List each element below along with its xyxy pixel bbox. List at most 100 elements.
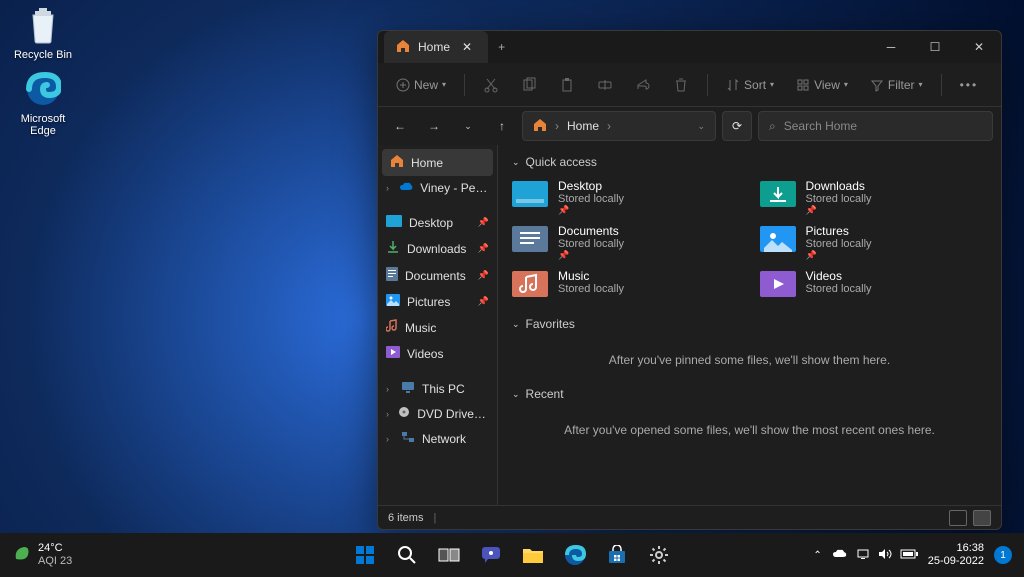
home-icon bbox=[533, 118, 547, 135]
breadcrumb-box[interactable]: › Home › ⌄ bbox=[522, 111, 716, 141]
qa-item-name: Pictures bbox=[806, 224, 872, 238]
chevron-down-icon[interactable]: ⌄ bbox=[697, 121, 705, 132]
settings-button[interactable] bbox=[640, 536, 678, 574]
onedrive-tray-icon[interactable] bbox=[832, 548, 848, 562]
rename-button[interactable] bbox=[589, 72, 621, 98]
filter-icon bbox=[870, 78, 884, 92]
toolbar: New ▾ Sort ▾ View ▾ Filter ▾ ••• bbox=[378, 63, 1001, 107]
search-input[interactable]: ⌕ Search Home bbox=[758, 111, 993, 141]
network-tray-icon[interactable] bbox=[856, 548, 870, 563]
close-button[interactable]: ✕ bbox=[957, 31, 1001, 63]
quick-access-item[interactable]: Desktop Stored locally 📌 bbox=[512, 179, 740, 216]
qa-item-sub: Stored locally bbox=[558, 238, 624, 250]
tab-close-icon[interactable]: ✕ bbox=[458, 38, 476, 56]
section-favorites[interactable]: ⌄ Favorites bbox=[512, 317, 987, 331]
edge-button[interactable] bbox=[556, 536, 594, 574]
quick-access-item[interactable]: Videos Stored locally bbox=[760, 269, 988, 299]
recent-empty-message: After you've opened some files, we'll sh… bbox=[512, 411, 987, 457]
temperature: 24°C bbox=[38, 542, 72, 555]
chat-button[interactable] bbox=[472, 536, 510, 574]
sidebar-item-home[interactable]: Home bbox=[382, 149, 493, 176]
sort-button[interactable]: Sort ▾ bbox=[718, 73, 782, 97]
new-button[interactable]: New ▾ bbox=[388, 73, 454, 97]
sidebar-item-dvd[interactable]: › DVD Drive (D:) CCC bbox=[378, 401, 497, 426]
sidebar-item-videos[interactable]: Videos bbox=[378, 341, 497, 366]
chevron-right-icon: › bbox=[386, 183, 392, 193]
filter-button[interactable]: Filter ▾ bbox=[862, 73, 931, 97]
breadcrumb-item[interactable]: Home bbox=[567, 119, 599, 133]
refresh-button[interactable]: ⟳ bbox=[722, 111, 752, 141]
quick-access-item[interactable]: Documents Stored locally 📌 bbox=[512, 224, 740, 261]
start-button[interactable] bbox=[346, 536, 384, 574]
details-view-button[interactable] bbox=[949, 510, 967, 526]
sidebar-item-network[interactable]: › Network bbox=[378, 426, 497, 451]
copy-button[interactable] bbox=[513, 72, 545, 98]
plus-circle-icon bbox=[396, 78, 410, 92]
view-icon bbox=[796, 78, 810, 92]
sidebar-item-thispc[interactable]: › This PC bbox=[378, 376, 497, 401]
pin-icon: 📌 bbox=[478, 296, 489, 307]
maximize-button[interactable]: ☐ bbox=[913, 31, 957, 63]
quick-access-item[interactable]: Downloads Stored locally 📌 bbox=[760, 179, 988, 216]
forward-button[interactable]: → bbox=[420, 112, 448, 140]
recent-dropdown[interactable]: ⌄ bbox=[454, 112, 482, 140]
aqi: AQI 23 bbox=[38, 555, 72, 568]
qa-item-sub: Stored locally bbox=[558, 193, 624, 205]
tray-chevron-icon[interactable]: ⌃ bbox=[813, 550, 821, 561]
more-button[interactable]: ••• bbox=[952, 73, 987, 97]
tab-home[interactable]: Home ✕ bbox=[384, 31, 488, 63]
titlebar: Home ✕ + ─ ☐ ✕ bbox=[378, 31, 1001, 63]
chevron-right-icon: › bbox=[386, 409, 391, 419]
tiles-view-button[interactable] bbox=[973, 510, 991, 526]
sidebar-item-onedrive[interactable]: › Viney - Personal bbox=[378, 176, 497, 200]
task-view-button[interactable] bbox=[430, 536, 468, 574]
up-button[interactable]: ↑ bbox=[488, 112, 516, 140]
content-area: ⌄ Quick access Desktop Stored locally 📌 … bbox=[498, 145, 1001, 505]
qa-item-sub: Stored locally bbox=[558, 283, 624, 295]
cloud-icon bbox=[399, 181, 413, 195]
folder-icon bbox=[760, 269, 796, 299]
recycle-bin-icon bbox=[22, 4, 64, 46]
chevron-right-icon: › bbox=[386, 434, 394, 444]
pc-icon bbox=[401, 381, 415, 396]
search-button[interactable] bbox=[388, 536, 426, 574]
pin-icon: 📌 bbox=[558, 205, 624, 216]
delete-button[interactable] bbox=[665, 72, 697, 98]
qa-item-sub: Stored locally bbox=[806, 283, 872, 295]
desktop-icon-edge[interactable]: Microsoft Edge bbox=[8, 68, 78, 137]
view-button[interactable]: View ▾ bbox=[788, 73, 856, 97]
pin-icon: 📌 bbox=[478, 270, 489, 281]
volume-tray-icon[interactable] bbox=[878, 548, 892, 563]
sidebar-item-documents[interactable]: Documents 📌 bbox=[378, 262, 497, 289]
documents-icon bbox=[386, 267, 398, 284]
section-recent[interactable]: ⌄ Recent bbox=[512, 387, 987, 401]
back-button[interactable]: ← bbox=[386, 112, 414, 140]
trash-icon bbox=[673, 77, 689, 93]
minimize-button[interactable]: ─ bbox=[869, 31, 913, 63]
desktop-icon-recycle-bin[interactable]: Recycle Bin bbox=[8, 4, 78, 61]
battery-tray-icon[interactable] bbox=[900, 549, 918, 562]
quick-access-item[interactable]: Music Stored locally bbox=[512, 269, 740, 299]
network-icon bbox=[401, 431, 415, 446]
sort-icon bbox=[726, 78, 740, 92]
qa-item-name: Desktop bbox=[558, 179, 624, 193]
pin-icon: 📌 bbox=[558, 250, 624, 261]
sidebar-item-desktop[interactable]: Desktop 📌 bbox=[378, 210, 497, 235]
section-quick-access[interactable]: ⌄ Quick access bbox=[512, 155, 987, 169]
taskbar-weather[interactable]: 24°C AQI 23 bbox=[12, 542, 72, 568]
desktop-folder-icon bbox=[386, 215, 402, 230]
new-tab-button[interactable]: + bbox=[488, 40, 515, 54]
folder-icon bbox=[760, 179, 796, 209]
paste-button[interactable] bbox=[551, 72, 583, 98]
file-explorer-button[interactable] bbox=[514, 536, 552, 574]
taskbar-clock[interactable]: 16:38 25-09-2022 bbox=[928, 542, 984, 568]
store-button[interactable] bbox=[598, 536, 636, 574]
share-button[interactable] bbox=[627, 72, 659, 98]
sidebar-item-pictures[interactable]: Pictures 📌 bbox=[378, 289, 497, 314]
sidebar-item-downloads[interactable]: Downloads 📌 bbox=[378, 235, 497, 262]
cut-button[interactable] bbox=[475, 72, 507, 98]
notification-button[interactable]: 1 bbox=[994, 546, 1012, 564]
quick-access-item[interactable]: Pictures Stored locally 📌 bbox=[760, 224, 988, 261]
sidebar-item-music[interactable]: Music bbox=[378, 314, 497, 341]
desktop-icon-label: Recycle Bin bbox=[14, 49, 72, 61]
